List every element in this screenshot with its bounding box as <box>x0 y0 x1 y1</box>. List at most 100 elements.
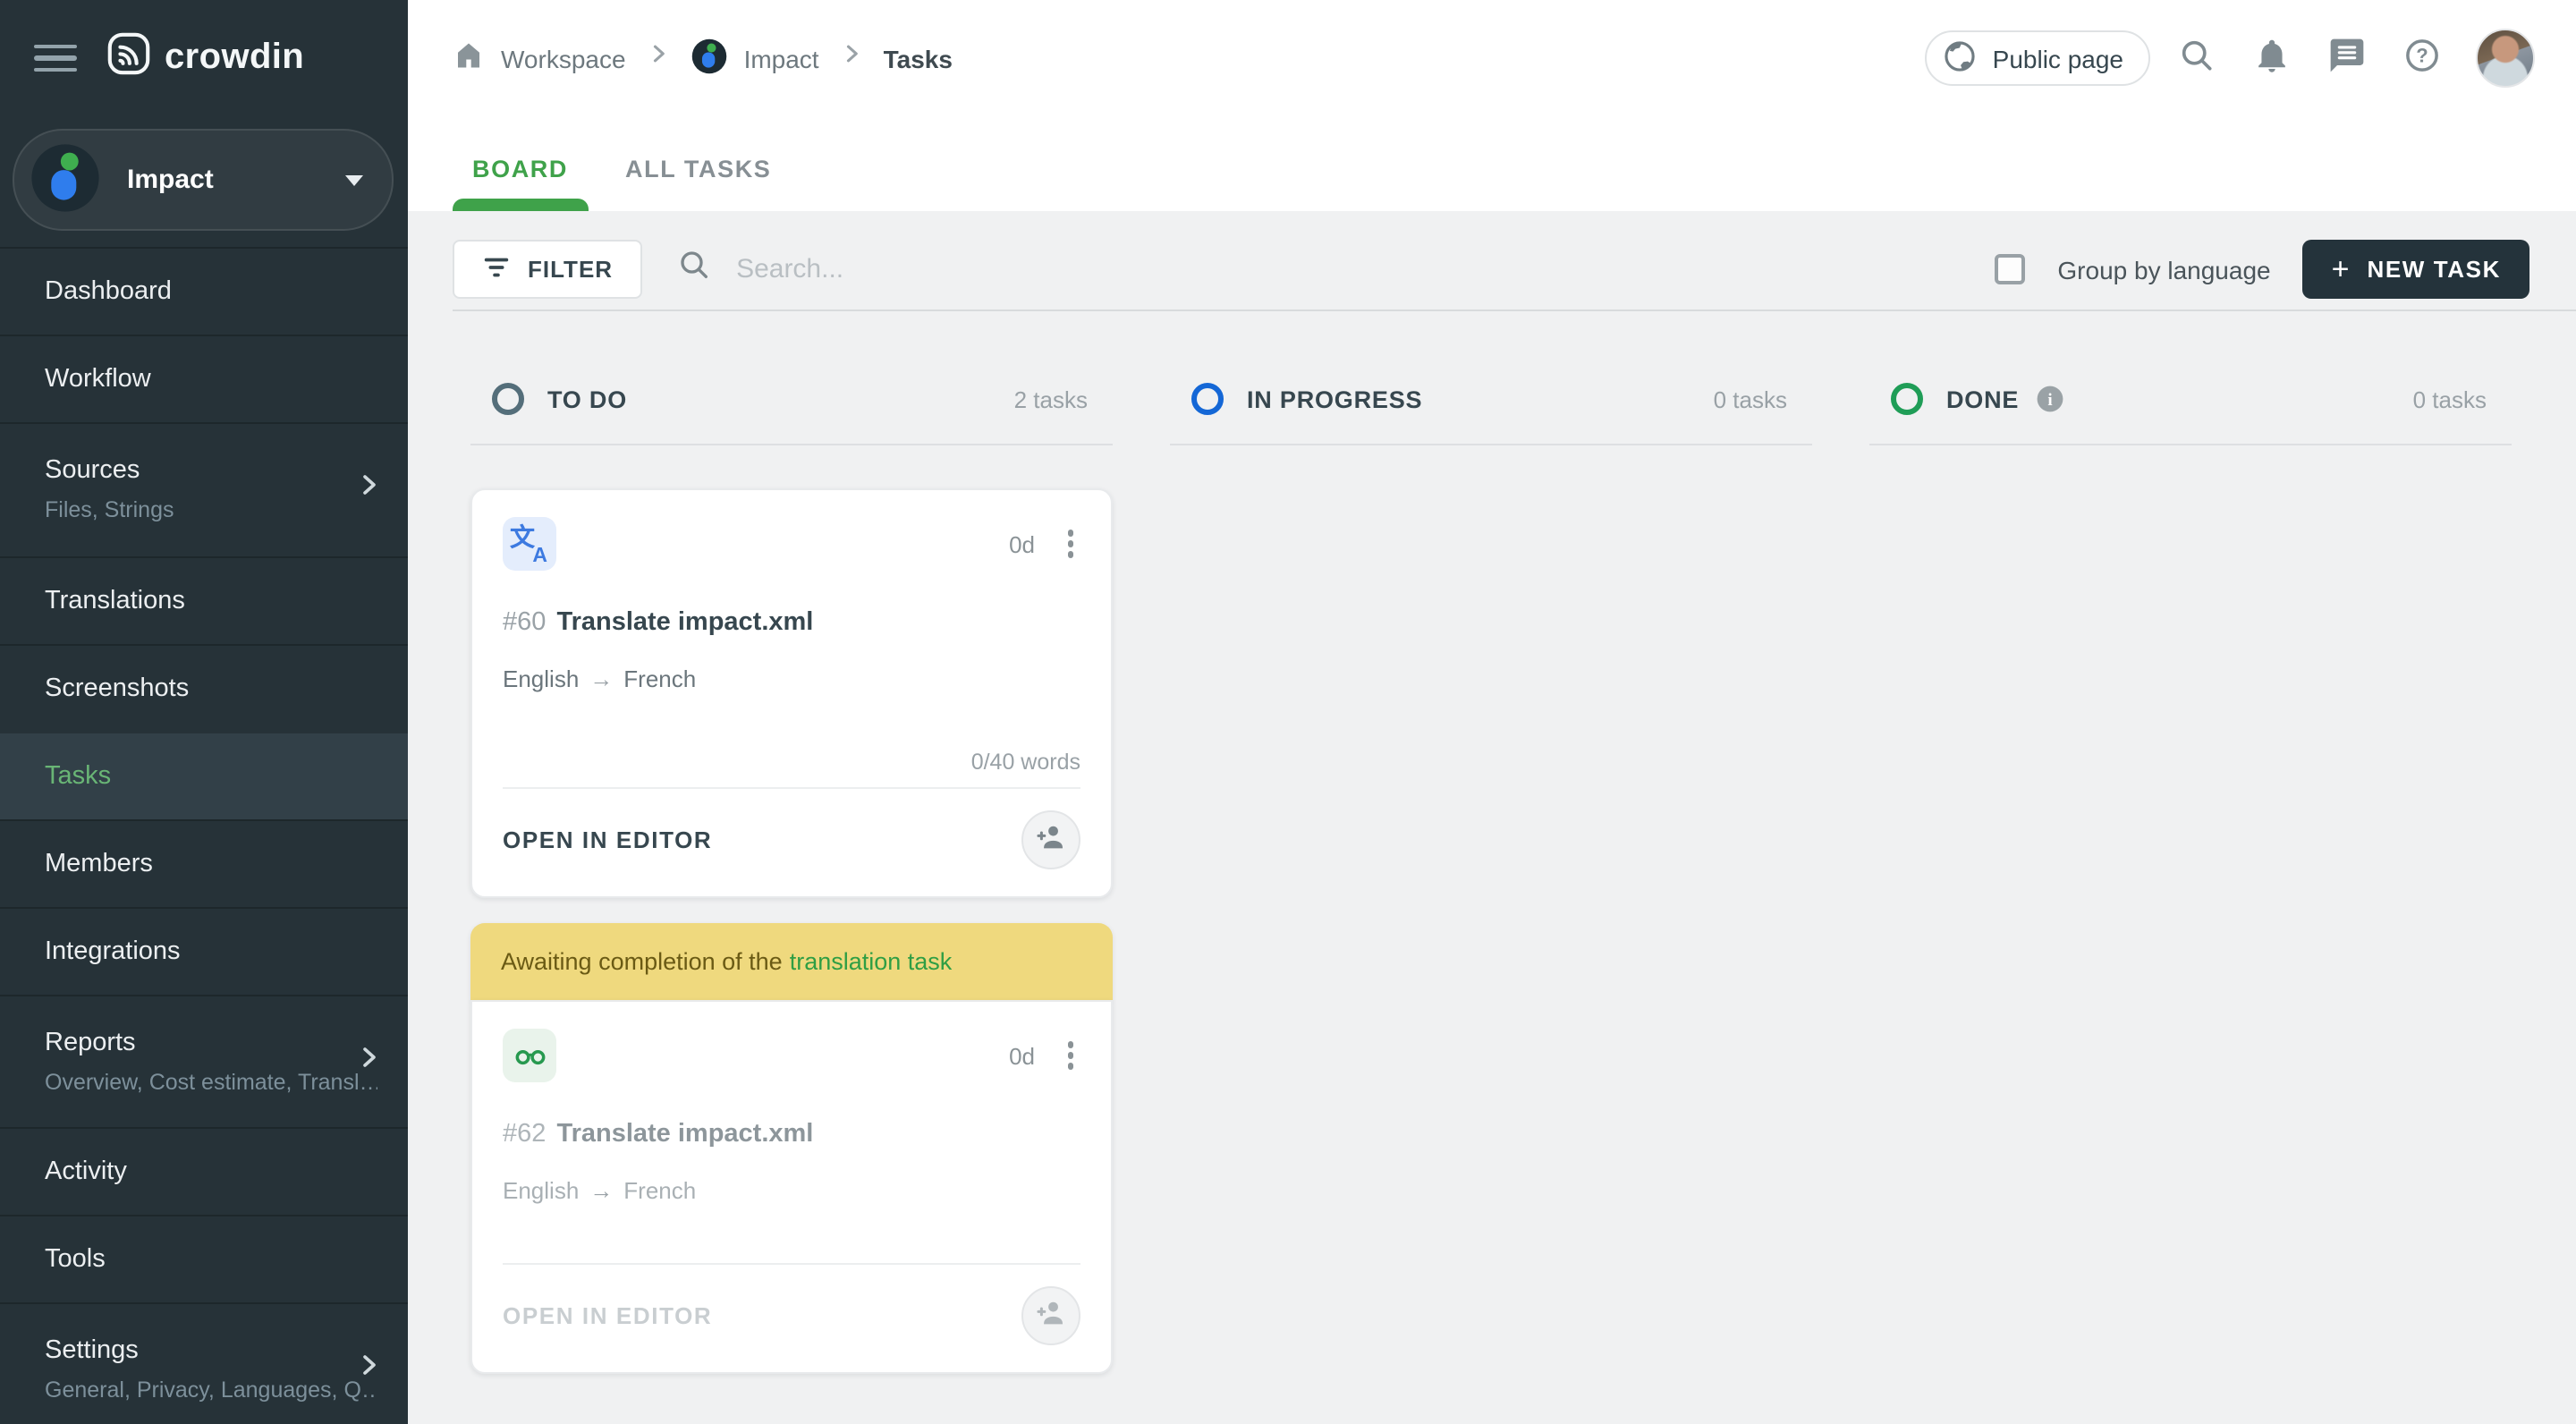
tab-board[interactable]: BOARD <box>452 127 589 211</box>
crowdin-logo[interactable]: crowdin <box>106 30 304 86</box>
hamburger-menu-icon[interactable] <box>25 28 86 89</box>
proofread-task-icon <box>503 1029 556 1082</box>
help-button[interactable]: ? <box>2394 30 2451 87</box>
kebab-menu-icon[interactable] <box>1060 1035 1080 1077</box>
column-todo: TO DO 2 tasks 文 A 0d #60 Translate impac… <box>470 383 1113 1374</box>
task-id: #62 <box>503 1120 547 1149</box>
sidebar-nav: Dashboard Workflow Sources Files, String… <box>0 247 408 1424</box>
plus-icon: + <box>2331 252 2350 286</box>
assign-user-button[interactable] <box>1021 810 1080 869</box>
column-in-progress-header: IN PROGRESS 0 tasks <box>1170 383 1812 445</box>
sidebar-item-translations[interactable]: Translations <box>0 555 408 643</box>
done-status-icon <box>1891 383 1923 415</box>
task-card-60[interactable]: 文 A 0d #60 Translate impact.xml English … <box>470 488 1113 898</box>
person-add-icon <box>1034 820 1068 860</box>
translation-task-link[interactable]: translation task <box>790 948 953 975</box>
task-title: #62 Translate impact.xml <box>503 1120 814 1149</box>
public-page-button[interactable]: Public page <box>1924 30 2150 86</box>
sidebar-item-activity[interactable]: Activity <box>0 1127 408 1215</box>
app-window: crowdin Impact Dashboard Workflow Source… <box>0 0 2576 1424</box>
notifications-button[interactable] <box>2243 30 2301 87</box>
info-icon[interactable]: i <box>2035 385 2063 413</box>
home-icon <box>453 39 485 77</box>
project-name: Impact <box>127 165 214 195</box>
language-pair: English → French <box>503 665 697 692</box>
sidebar-item-integrations[interactable]: Integrations <box>0 906 408 994</box>
sidebar-item-tools[interactable]: Tools <box>0 1215 408 1302</box>
messages-button[interactable] <box>2318 30 2376 87</box>
tab-all-tasks[interactable]: ALL TASKS <box>625 127 771 211</box>
search-button[interactable] <box>2168 30 2225 87</box>
filter-icon <box>481 251 512 287</box>
svg-text:i: i <box>2047 391 2052 410</box>
crowdin-logo-icon <box>106 30 152 86</box>
todo-status-icon <box>492 383 524 415</box>
chevron-right-icon <box>354 1042 383 1080</box>
task-duration: 0d <box>1009 530 1035 557</box>
column-done: DONE i 0 tasks <box>1869 383 2512 1374</box>
chat-icon <box>2327 36 2367 81</box>
word-progress: 0/40 words <box>970 750 1080 775</box>
card-divider <box>503 1263 1080 1265</box>
chevron-right-icon <box>839 41 864 75</box>
sidebar-item-settings[interactable]: Settings General, Privacy, Languages, Q… <box>0 1302 408 1424</box>
sidebar-item-dashboard[interactable]: Dashboard <box>0 247 408 335</box>
bell-icon <box>2252 36 2292 81</box>
search-field <box>675 247 1995 292</box>
group-by-language-checkbox[interactable] <box>1995 254 2026 284</box>
project-selector[interactable]: Impact <box>13 129 394 231</box>
user-avatar[interactable] <box>2476 29 2535 88</box>
sidebar-item-sources[interactable]: Sources Files, Strings <box>0 422 408 555</box>
breadcrumb-current-page: Tasks <box>883 44 953 72</box>
breadcrumb-project[interactable]: Impact <box>691 37 819 80</box>
search-input[interactable] <box>733 252 1485 286</box>
task-duration: 0d <box>1009 1042 1035 1069</box>
column-done-header: DONE i 0 tasks <box>1869 383 2512 445</box>
kanban-board: TO DO 2 tasks 文 A 0d #60 Translate impac… <box>408 311 2576 1374</box>
sidebar-item-tasks[interactable]: Tasks <box>0 731 408 818</box>
sidebar-header: crowdin <box>0 0 408 116</box>
sidebar-item-reports[interactable]: Reports Overview, Cost estimate, Transl… <box>0 994 408 1127</box>
topbar-actions: Public page ? <box>1924 29 2535 88</box>
task-id: #60 <box>503 608 547 637</box>
toolbar-right: Group by language + NEW TASK <box>1995 240 2529 299</box>
filter-button[interactable]: FILTER <box>453 240 642 299</box>
globe-icon <box>1941 37 1979 80</box>
blocked-banner: Awaiting completion of the translation t… <box>470 923 1113 1000</box>
sidebar-item-members[interactable]: Members <box>0 818 408 906</box>
sidebar-item-screenshots[interactable]: Screenshots <box>0 643 408 731</box>
column-count: 2 tasks <box>1013 386 1088 412</box>
breadcrumb: Workspace Impact Tasks <box>453 37 1925 80</box>
sidebar: crowdin Impact Dashboard Workflow Source… <box>0 0 408 1424</box>
column-in-progress: IN PROGRESS 0 tasks <box>1170 383 1812 1374</box>
group-by-language-label: Group by language <box>2057 255 2271 284</box>
card-divider <box>503 787 1080 789</box>
task-card-62[interactable]: 0d #62 Translate impact.xml English → Fr… <box>470 1000 1113 1374</box>
kebab-menu-icon[interactable] <box>1060 523 1080 565</box>
sidebar-item-workflow[interactable]: Workflow <box>0 335 408 422</box>
column-count: 0 tasks <box>1713 386 1787 412</box>
column-count: 0 tasks <box>2412 386 2487 412</box>
topbar: Workspace Impact Tasks Public page ? <box>408 0 2576 116</box>
assign-user-button[interactable] <box>1021 1286 1080 1345</box>
arrow-right-icon: → <box>589 1177 614 1204</box>
chevron-down-icon <box>345 174 363 185</box>
column-todo-header: TO DO 2 tasks <box>470 383 1113 445</box>
chevron-right-icon <box>354 1351 383 1388</box>
search-icon <box>675 247 711 292</box>
crowdin-logo-text: crowdin <box>165 38 305 77</box>
board-toolbar: FILTER Group by language + NEW TASK <box>453 240 2529 299</box>
active-tab-indicator <box>452 199 589 211</box>
chevron-right-icon <box>354 470 383 508</box>
new-task-button[interactable]: + NEW TASK <box>2302 240 2529 299</box>
open-in-editor-button[interactable]: OPEN IN EDITOR <box>503 826 712 853</box>
translate-task-icon: 文 A <box>503 517 556 571</box>
project-avatar <box>29 140 102 219</box>
search-icon <box>2177 36 2216 81</box>
svg-text:?: ? <box>2416 45 2428 67</box>
arrow-right-icon: → <box>589 665 614 692</box>
task-title: #60 Translate impact.xml <box>503 608 814 637</box>
help-icon: ? <box>2402 36 2442 81</box>
chevron-right-icon <box>646 41 671 75</box>
breadcrumb-home[interactable]: Workspace <box>453 39 626 77</box>
